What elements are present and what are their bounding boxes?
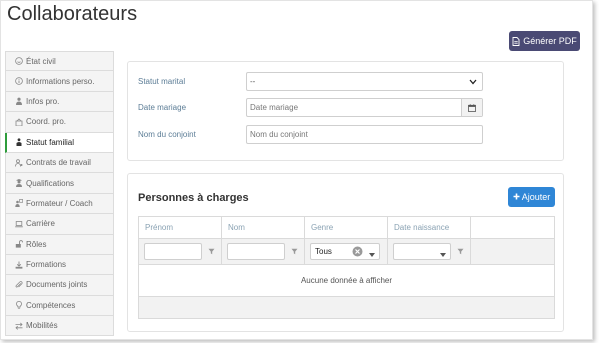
date-naissance-filter-select[interactable] bbox=[393, 243, 451, 260]
sidebar-item-label: Informations perso. bbox=[26, 76, 95, 86]
filter-cell-date-naissance bbox=[388, 239, 471, 264]
sidebar-item-mobilites[interactable]: Mobilités bbox=[5, 316, 114, 337]
sidebar-item-formations[interactable]: Formations bbox=[5, 254, 114, 276]
sidebar-item-etat-civil[interactable]: État civil bbox=[5, 51, 114, 72]
laptop-icon bbox=[14, 219, 23, 228]
statut-marital-label: Statut marital bbox=[138, 77, 186, 86]
sidebar-item-label: Coord. pro. bbox=[26, 117, 67, 127]
statut-marital-select[interactable]: -- bbox=[246, 72, 483, 91]
grid-footer bbox=[139, 296, 554, 318]
column-header-genre[interactable]: Genre bbox=[305, 217, 388, 238]
sidebar-item-coord-pro[interactable]: Coord. pro. bbox=[5, 112, 114, 133]
nom-conjoint-label: Nom du conjoint bbox=[138, 130, 196, 139]
download-icon bbox=[14, 260, 23, 269]
chevron-down-icon bbox=[469, 78, 477, 87]
lightbulb-icon bbox=[14, 301, 23, 310]
sidebar-item-label: Documents joints bbox=[26, 280, 88, 290]
sidebar-item-roles[interactable]: Rôles bbox=[5, 234, 114, 255]
dependents-panel: Personnes à charges Ajouter Prénom Nom G… bbox=[127, 173, 564, 332]
sidebar-item-statut-familial[interactable]: Statut familial bbox=[5, 132, 114, 153]
teacher-icon bbox=[14, 199, 23, 208]
column-header-actions bbox=[471, 217, 554, 238]
dependents-title: Personnes à charges bbox=[138, 192, 249, 204]
nom-conjoint-input[interactable]: Nom du conjoint bbox=[246, 125, 483, 144]
sidebar-item-competences[interactable]: Compétences bbox=[5, 295, 114, 317]
filter-cell-nom bbox=[222, 239, 305, 264]
plus-icon bbox=[513, 192, 520, 202]
date-mariage-row: Date mariage Date mariage bbox=[138, 98, 483, 117]
date-mariage-input[interactable]: Date mariage bbox=[246, 98, 483, 117]
nom-filter-input[interactable] bbox=[227, 243, 285, 260]
filter-cell-prenom bbox=[139, 239, 222, 264]
sidebar-item-label: État civil bbox=[26, 56, 56, 66]
sidebar-item-label: Contrats de travail bbox=[26, 158, 91, 168]
statut-marital-row: Statut marital -- bbox=[138, 72, 483, 91]
user-graduate-icon bbox=[14, 179, 23, 188]
marital-status-panel: Statut marital -- Date mariage Date mari… bbox=[127, 61, 564, 161]
filter-cell-genre: Tous bbox=[305, 239, 388, 264]
sidebar-item-documents-joints[interactable]: Documents joints bbox=[5, 275, 114, 296]
date-mariage-label: Date mariage bbox=[138, 103, 187, 112]
user-tie-icon bbox=[14, 97, 23, 106]
nom-conjoint-placeholder: Nom du conjoint bbox=[250, 130, 308, 139]
sidebar-item-label: Formations bbox=[26, 260, 67, 270]
generate-pdf-label: Générer PDF bbox=[523, 36, 577, 46]
generate-pdf-button[interactable]: Générer PDF bbox=[509, 31, 580, 51]
sidebar-item-informations-perso[interactable]: Informations perso. bbox=[5, 71, 114, 92]
statut-marital-value: -- bbox=[250, 77, 256, 86]
genre-filter-value: Tous bbox=[315, 247, 332, 256]
filter-icon[interactable] bbox=[457, 248, 464, 255]
add-dependent-label: Ajouter bbox=[521, 192, 551, 202]
smile-icon bbox=[14, 57, 23, 66]
info-circle-icon bbox=[14, 77, 23, 86]
date-mariage-placeholder: Date mariage bbox=[250, 103, 299, 112]
sidebar-item-label: Rôles bbox=[26, 239, 47, 249]
app-window: Collaborateurs Générer PDF État civil In… bbox=[0, 0, 593, 340]
filter-cell-actions bbox=[471, 239, 554, 264]
users-cog-icon bbox=[14, 158, 23, 167]
building-icon bbox=[14, 117, 23, 126]
grid-filter-row: Tous bbox=[139, 239, 554, 265]
sidebar-item-infos-pro[interactable]: Infos pro. bbox=[5, 91, 114, 113]
column-header-date-naissance[interactable]: Date naissance bbox=[388, 217, 471, 238]
page-title: Collaborateurs bbox=[7, 3, 138, 25]
sidebar-item-label: Qualifications bbox=[26, 178, 75, 188]
sidebar-item-label: Infos pro. bbox=[26, 96, 60, 106]
clear-icon[interactable] bbox=[352, 246, 363, 259]
grid-header-row: Prénom Nom Genre Date naissance bbox=[139, 217, 554, 239]
sidebar-item-label: Statut familial bbox=[26, 137, 75, 147]
sidebar-item-qualifications[interactable]: Qualifications bbox=[5, 173, 114, 194]
calendar-icon[interactable] bbox=[461, 99, 482, 116]
dependents-grid: Prénom Nom Genre Date naissance Tous Auc… bbox=[138, 216, 555, 319]
paperclip-icon bbox=[14, 280, 23, 289]
column-header-nom[interactable]: Nom bbox=[222, 217, 305, 238]
genre-filter-select[interactable]: Tous bbox=[310, 243, 380, 260]
pdf-file-icon bbox=[512, 36, 520, 46]
filter-icon[interactable] bbox=[208, 248, 215, 255]
sidebar-item-label: Mobilités bbox=[26, 321, 58, 331]
family-icon bbox=[14, 138, 23, 147]
sidebar-item-carriere[interactable]: Carrière bbox=[5, 214, 114, 235]
sidebar-item-formateur-coach[interactable]: Formateur / Coach bbox=[5, 193, 114, 215]
sidebar-item-label: Formateur / Coach bbox=[26, 198, 93, 208]
sidebar-nav: État civil Informations perso. Infos pro… bbox=[5, 51, 114, 337]
add-dependent-button[interactable]: Ajouter bbox=[508, 187, 555, 207]
prenom-filter-input[interactable] bbox=[144, 243, 202, 260]
caret-down-icon[interactable] bbox=[440, 250, 446, 259]
caret-down-icon[interactable] bbox=[369, 250, 375, 259]
grid-empty-message: Aucune donnée à afficher bbox=[300, 276, 393, 285]
sidebar-item-label: Carrière bbox=[26, 219, 55, 229]
nom-conjoint-row: Nom du conjoint Nom du conjoint bbox=[138, 125, 483, 144]
unlock-icon bbox=[14, 240, 23, 249]
exchange-icon bbox=[14, 321, 23, 330]
column-header-prenom[interactable]: Prénom bbox=[139, 217, 222, 238]
filter-icon[interactable] bbox=[291, 248, 298, 255]
sidebar-item-label: Compétences bbox=[26, 300, 76, 310]
sidebar-item-contrats-de-travail[interactable]: Contrats de travail bbox=[5, 152, 114, 174]
